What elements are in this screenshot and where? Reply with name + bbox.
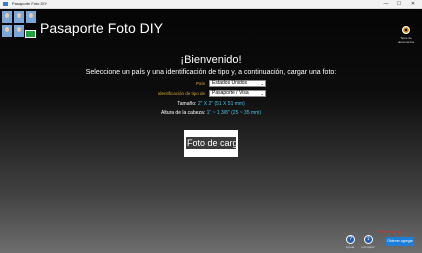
title-bar: Pasaporte Foto DIY — ☐ ✕ — [0, 0, 422, 9]
maximize-button[interactable]: ☐ — [394, 0, 404, 8]
minimize-button[interactable]: — — [381, 0, 391, 8]
head-height-value: 1" ~ 1 3/8" (25 ~ 35 mm) — [206, 110, 261, 116]
app-name: Pasaporte Foto DIY — [40, 20, 163, 36]
instructions-text: Seleccione un país y una identificación … — [85, 69, 337, 76]
help-label: Ayuda — [345, 245, 355, 249]
load-photo-button[interactable]: Foto de carga — [184, 130, 238, 157]
main-panel: Pasaporte Foto DIY ▣ Tipos de documentos… — [0, 9, 422, 253]
help-button[interactable]: ? — [346, 235, 355, 244]
chevron-down-icon: ⌄ — [260, 91, 264, 96]
portrait-icon — [2, 25, 12, 37]
camera-icon — [25, 30, 36, 38]
head-height-info: Altura de la cabeza: 1" ~ 1 3/8" (25 ~ 3… — [0, 110, 422, 116]
size-label: Tamaño: — [177, 101, 197, 107]
help-icon: ? — [349, 236, 352, 242]
window-title: Pasaporte Foto DIY — [12, 1, 48, 6]
chevron-down-icon: ⌄ — [260, 81, 264, 86]
share-icon: ⇪ — [366, 236, 371, 242]
get-add-button[interactable]: Obtener agregar — [386, 237, 414, 246]
app-icon — [3, 2, 8, 6]
country-select[interactable]: Estados Unidos ⌄ — [209, 80, 266, 87]
size-info: Tamaño: 2" X 2" (51 X 51 mm) — [0, 101, 422, 107]
welcome-heading: ¡Bienvenido! — [180, 54, 242, 66]
portrait-icon — [14, 25, 24, 37]
head-height-label: Altura de la cabeza: — [160, 110, 206, 116]
idtype-value: Pasaporte / Visa — [212, 90, 249, 96]
share-button[interactable]: ⇪ — [364, 235, 373, 244]
idtype-select[interactable]: Pasaporte / Visa ⌄ — [209, 90, 266, 97]
close-button[interactable]: ✕ — [408, 0, 418, 8]
portrait-icon — [26, 11, 36, 23]
redeem-link[interactable]: Redemkgl ID — [378, 229, 401, 234]
document-types-button[interactable]: ▣ Tipos de documentos — [392, 18, 420, 44]
size-value: 2" X 2" (51 X 51 mm) — [197, 101, 245, 107]
load-photo-label: Foto de carga — [186, 137, 236, 149]
portrait-icon — [14, 11, 24, 23]
country-label: País — [195, 81, 205, 86]
film-icon: ▣ — [402, 26, 410, 34]
idtype-label: Identificación de tipo de — [157, 91, 205, 96]
country-value: Estados Unidos — [212, 80, 248, 86]
share-label: Compartir — [361, 245, 375, 249]
document-types-label: Tipos de documentos — [397, 36, 415, 44]
portrait-icon — [2, 11, 12, 23]
app-logo — [2, 11, 36, 38]
